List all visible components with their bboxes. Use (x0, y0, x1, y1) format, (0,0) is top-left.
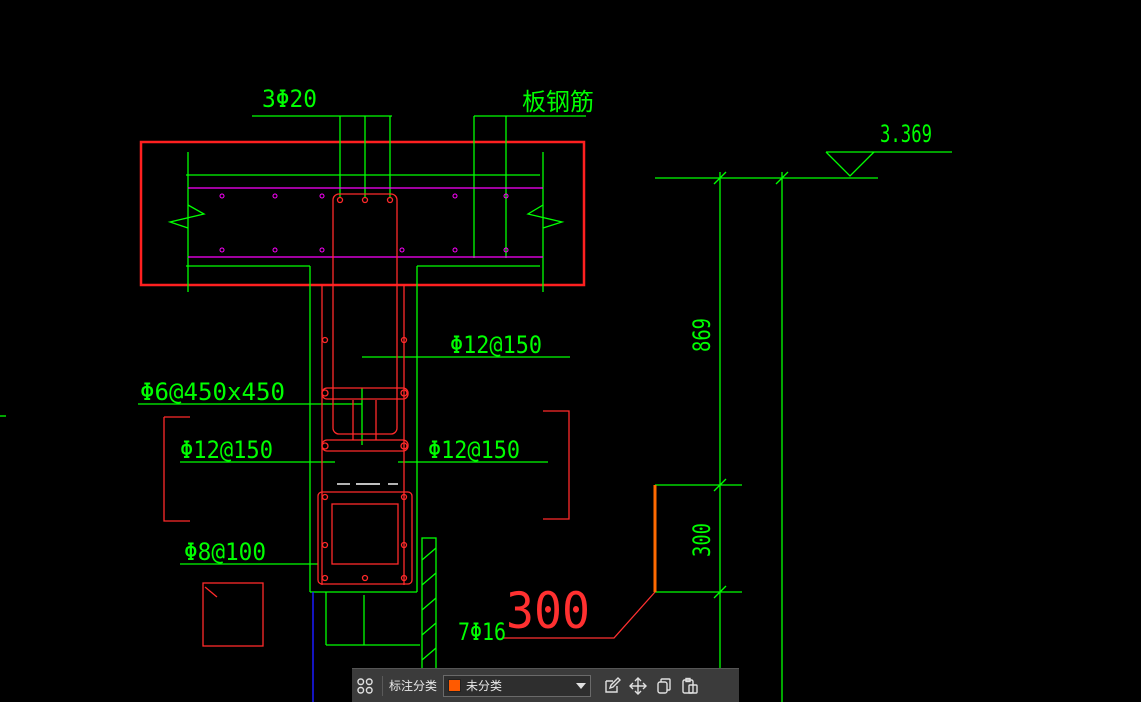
slab-outline (0, 115, 952, 702)
edit-icon[interactable] (599, 673, 625, 699)
label-hoop: Φ8@100 (184, 538, 266, 566)
paste-icon[interactable] (677, 673, 703, 699)
category-value: 未分类 (466, 679, 503, 693)
label-bottom-bars: 7Φ16 (458, 618, 506, 646)
dimension-869: 869 (688, 318, 716, 352)
label-tie-bars: Φ6@450x450 (140, 378, 285, 406)
selection-box (139, 140, 586, 287)
toolbar-divider (382, 675, 383, 696)
copy-icon[interactable] (651, 673, 677, 699)
label-stirrup-left: Φ12@150 (180, 436, 273, 464)
dimension-300: 300 (688, 523, 716, 557)
label-elevation: 3.369 (880, 120, 932, 148)
move-icon[interactable] (625, 673, 651, 699)
cad-drawing-canvas[interactable]: 3Φ20 板钢筋 3.369 Φ6@450x450 Φ12@150 Φ12@15… (0, 0, 1141, 702)
label-big-value: 300 (506, 582, 590, 640)
label-stirrup-right: Φ12@150 (428, 436, 520, 464)
category-grid-icon[interactable] (352, 673, 378, 699)
label-slab-rebar: 板钢筋 (522, 88, 594, 116)
slab-bars (188, 187, 543, 258)
category-color-swatch (448, 679, 462, 692)
column-rebar (163, 193, 570, 647)
label-top-bars: 3Φ20 (262, 85, 317, 113)
category-label: 标注分类 (389, 679, 438, 693)
annotation-toolbar: 标注分类 未分类 (352, 668, 739, 702)
label-stirrup-right-upper: Φ12@150 (450, 331, 542, 359)
category-dropdown[interactable]: 未分类 (443, 674, 592, 697)
chevron-down-icon (576, 682, 587, 689)
